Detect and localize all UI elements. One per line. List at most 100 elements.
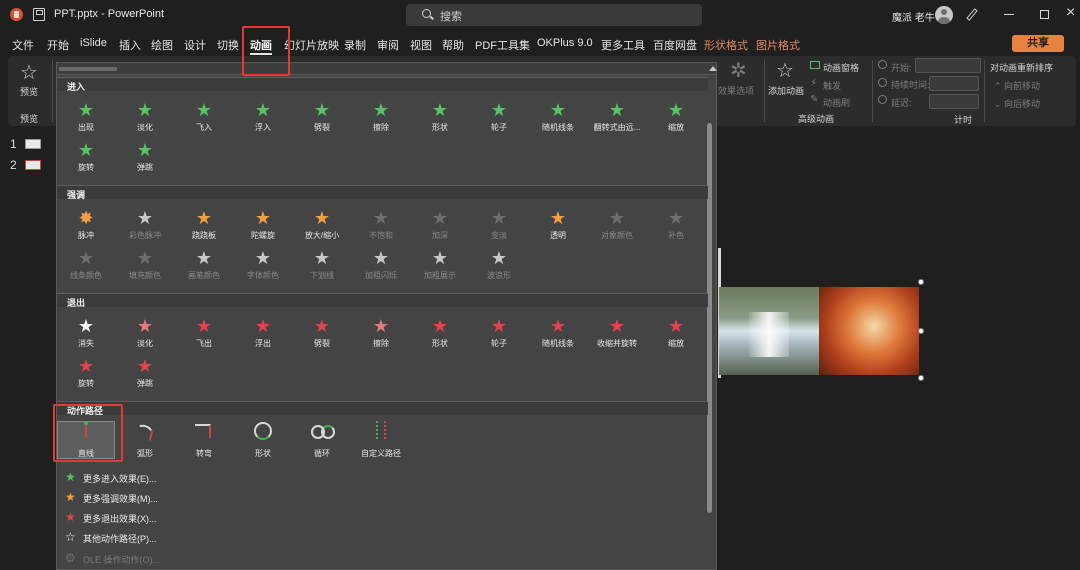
entrance-effect-split[interactable]: ★ 劈裂 — [293, 101, 351, 139]
exit-effect-wheel[interactable]: ★ 轮子 — [470, 317, 528, 355]
motion-path-custom[interactable]: 自定义路径 — [352, 421, 410, 459]
tab-design[interactable]: 设计 — [184, 37, 206, 53]
slide-thumbnail[interactable] — [25, 160, 41, 170]
exit-effect-random-bars[interactable]: ★ 随机线条 — [529, 317, 587, 355]
tab-record[interactable]: 录制 — [344, 37, 366, 53]
exit-effect-shape[interactable]: ★ 形状 — [411, 317, 469, 355]
user-name[interactable]: 魔派 老牛 — [892, 9, 935, 24]
exit-effect-bounce[interactable]: ★ 弹跳 — [116, 357, 174, 395]
exit-effect-disappear[interactable]: ★ 消失 — [57, 317, 115, 355]
duration-input[interactable] — [929, 76, 979, 91]
entrance-effect-bounce[interactable]: ★ 弹跳 — [116, 141, 174, 179]
emphasis-effect-spin[interactable]: ★ 陀螺旋 — [234, 209, 292, 247]
tab-okplus[interactable]: OKPlus 9.0 — [537, 37, 593, 49]
motion-path-shapes[interactable]: 形状 — [234, 421, 292, 459]
entrance-effect-fly-in[interactable]: ★ 飞入 — [175, 101, 233, 139]
entrance-effect-grow-turn[interactable]: ★ 翻转式由远... — [588, 101, 646, 139]
emphasis-effect-wave[interactable]: ★ 波浪形 — [470, 249, 528, 287]
share-button[interactable]: 共享 — [1012, 35, 1064, 52]
search-box[interactable]: 搜索 — [406, 4, 702, 26]
waterfall-picture[interactable] — [719, 287, 819, 375]
tab-pdf-tools[interactable]: PDF工具集 — [475, 37, 530, 53]
emphasis-effect-complementary-color[interactable]: ★ 补色 — [647, 209, 705, 247]
entrance-effect-shape[interactable]: ★ 形状 — [411, 101, 469, 139]
tab-islide[interactable]: iSlide — [80, 37, 107, 49]
entrance-effect-fade[interactable]: ★ 淡化 — [116, 101, 174, 139]
entrance-effect-wipe[interactable]: ★ 擦除 — [352, 101, 410, 139]
emphasis-effect-object-color[interactable]: ★ 对象颜色 — [588, 209, 646, 247]
entrance-effect-swivel[interactable]: ★ 旋转 — [57, 141, 115, 179]
tab-transitions[interactable]: 切换 — [217, 37, 239, 53]
tab-draw[interactable]: 绘图 — [151, 37, 173, 53]
emphasis-effect-grow-shrink[interactable]: ★ 放大/缩小 — [293, 209, 351, 247]
save-icon[interactable] — [33, 8, 45, 21]
emphasis-effect-bold-flash[interactable]: ★ 加粗闪烁 — [352, 249, 410, 287]
emphasis-effect-desaturate[interactable]: ★ 不饱和 — [352, 209, 410, 247]
emphasis-effect-pulse[interactable]: ✸ 脉冲 — [57, 209, 115, 247]
emphasis-effect-brush-color[interactable]: ★ 画笔颜色 — [175, 249, 233, 287]
tab-file[interactable]: 文件 — [12, 37, 34, 53]
resize-handle[interactable] — [918, 375, 924, 381]
maximize-icon[interactable] — [1040, 10, 1049, 19]
effect-options-button[interactable]: 效果选项 — [718, 84, 754, 97]
tab-shape-format[interactable]: 形状格式 — [704, 37, 748, 53]
tab-insert[interactable]: 插入 — [119, 37, 141, 53]
scroll-up-arrow-icon[interactable] — [709, 66, 717, 71]
tab-review[interactable]: 审阅 — [377, 37, 399, 53]
start-select[interactable] — [915, 58, 981, 73]
emphasis-effect-underline[interactable]: ★ 下划线 — [293, 249, 351, 287]
effect-label: 循环 — [314, 449, 330, 458]
emphasis-effect-transparency[interactable]: ★ 透明 — [529, 209, 587, 247]
preview-button[interactable]: 预览 — [20, 85, 38, 98]
exit-effect-fly-out[interactable]: ★ 飞出 — [175, 317, 233, 355]
resize-handle[interactable] — [918, 279, 924, 285]
motion-path-arcs[interactable]: 弧形 — [116, 421, 174, 459]
emphasis-effect-color-pulse[interactable]: ★ 彩色脉冲 — [116, 209, 174, 247]
emphasis-effect-fill-color[interactable]: ★ 填充颜色 — [116, 249, 174, 287]
tab-picture-format[interactable]: 图片格式 — [756, 37, 800, 53]
slide-thumbnail[interactable] — [25, 139, 41, 149]
tab-more-tools[interactable]: 更多工具 — [601, 37, 645, 53]
emphasis-effect-teeter[interactable]: ★ 跷跷板 — [175, 209, 233, 247]
resize-handle[interactable] — [918, 328, 924, 334]
add-animation-button[interactable]: 添加动画 — [768, 84, 804, 97]
avatar[interactable] — [935, 6, 953, 24]
emphasis-effect-font-color[interactable]: ★ 字体颜色 — [234, 249, 292, 287]
entrance-effect-random-bars[interactable]: ★ 随机线条 — [529, 101, 587, 139]
emphasis-effect-line-color[interactable]: ★ 线条颜色 — [57, 249, 115, 287]
tab-baidu-netdisk[interactable]: 百度网盘 — [653, 37, 697, 53]
tab-help[interactable]: 帮助 — [442, 37, 464, 53]
animation-pane-button[interactable]: 动画窗格 — [823, 61, 859, 74]
emphasis-effect-lighten[interactable]: ★ 变淡 — [470, 209, 528, 247]
minimize-icon[interactable] — [1004, 14, 1014, 15]
move-earlier-button[interactable]: ⌃ 向前移动 — [994, 79, 1040, 92]
close-icon[interactable]: × — [1066, 4, 1075, 22]
motion-path-loops[interactable]: 循环 — [293, 421, 351, 459]
entrance-effect-zoom[interactable]: ★ 缩放 — [647, 101, 705, 139]
move-later-button[interactable]: ⌄ 向后移动 — [994, 97, 1040, 110]
tab-slideshow[interactable]: 幻灯片放映 — [284, 37, 339, 53]
exit-effect-zoom[interactable]: ★ 缩放 — [647, 317, 705, 355]
trigger-button[interactable]: 触发 — [823, 79, 841, 92]
delay-input[interactable] — [929, 94, 979, 109]
emphasis-effect-darken[interactable]: ★ 加深 — [411, 209, 469, 247]
entrance-effect-wheel[interactable]: ★ 轮子 — [470, 101, 528, 139]
exit-effect-shrink-turn[interactable]: ★ 收缩并旋转 — [588, 317, 646, 355]
gallery-scrollbar[interactable] — [707, 123, 712, 513]
pen-icon[interactable] — [966, 8, 978, 21]
preview-star-icon[interactable]: ☆ — [20, 60, 38, 85]
exit-effect-split[interactable]: ★ 劈裂 — [293, 317, 351, 355]
emphasis-effect-bold-reveal[interactable]: ★ 加粗展示 — [411, 249, 469, 287]
add-animation-star-icon[interactable]: ☆ — [776, 58, 794, 83]
animation-painter-button[interactable]: 动画刷 — [823, 96, 850, 109]
tab-home[interactable]: 开始 — [47, 37, 69, 53]
exit-effect-swivel[interactable]: ★ 旋转 — [57, 357, 115, 395]
entrance-effect-float-in[interactable]: ★ 浮入 — [234, 101, 292, 139]
exit-effect-fade[interactable]: ★ 淡化 — [116, 317, 174, 355]
motion-path-turns[interactable]: 转弯 — [175, 421, 233, 459]
exit-effect-wipe[interactable]: ★ 擦除 — [352, 317, 410, 355]
autumn-forest-picture[interactable] — [819, 287, 919, 375]
tab-view[interactable]: 视图 — [410, 37, 432, 53]
exit-effect-float-out[interactable]: ★ 浮出 — [234, 317, 292, 355]
entrance-effect-appear[interactable]: ★ 出现 — [57, 101, 115, 139]
